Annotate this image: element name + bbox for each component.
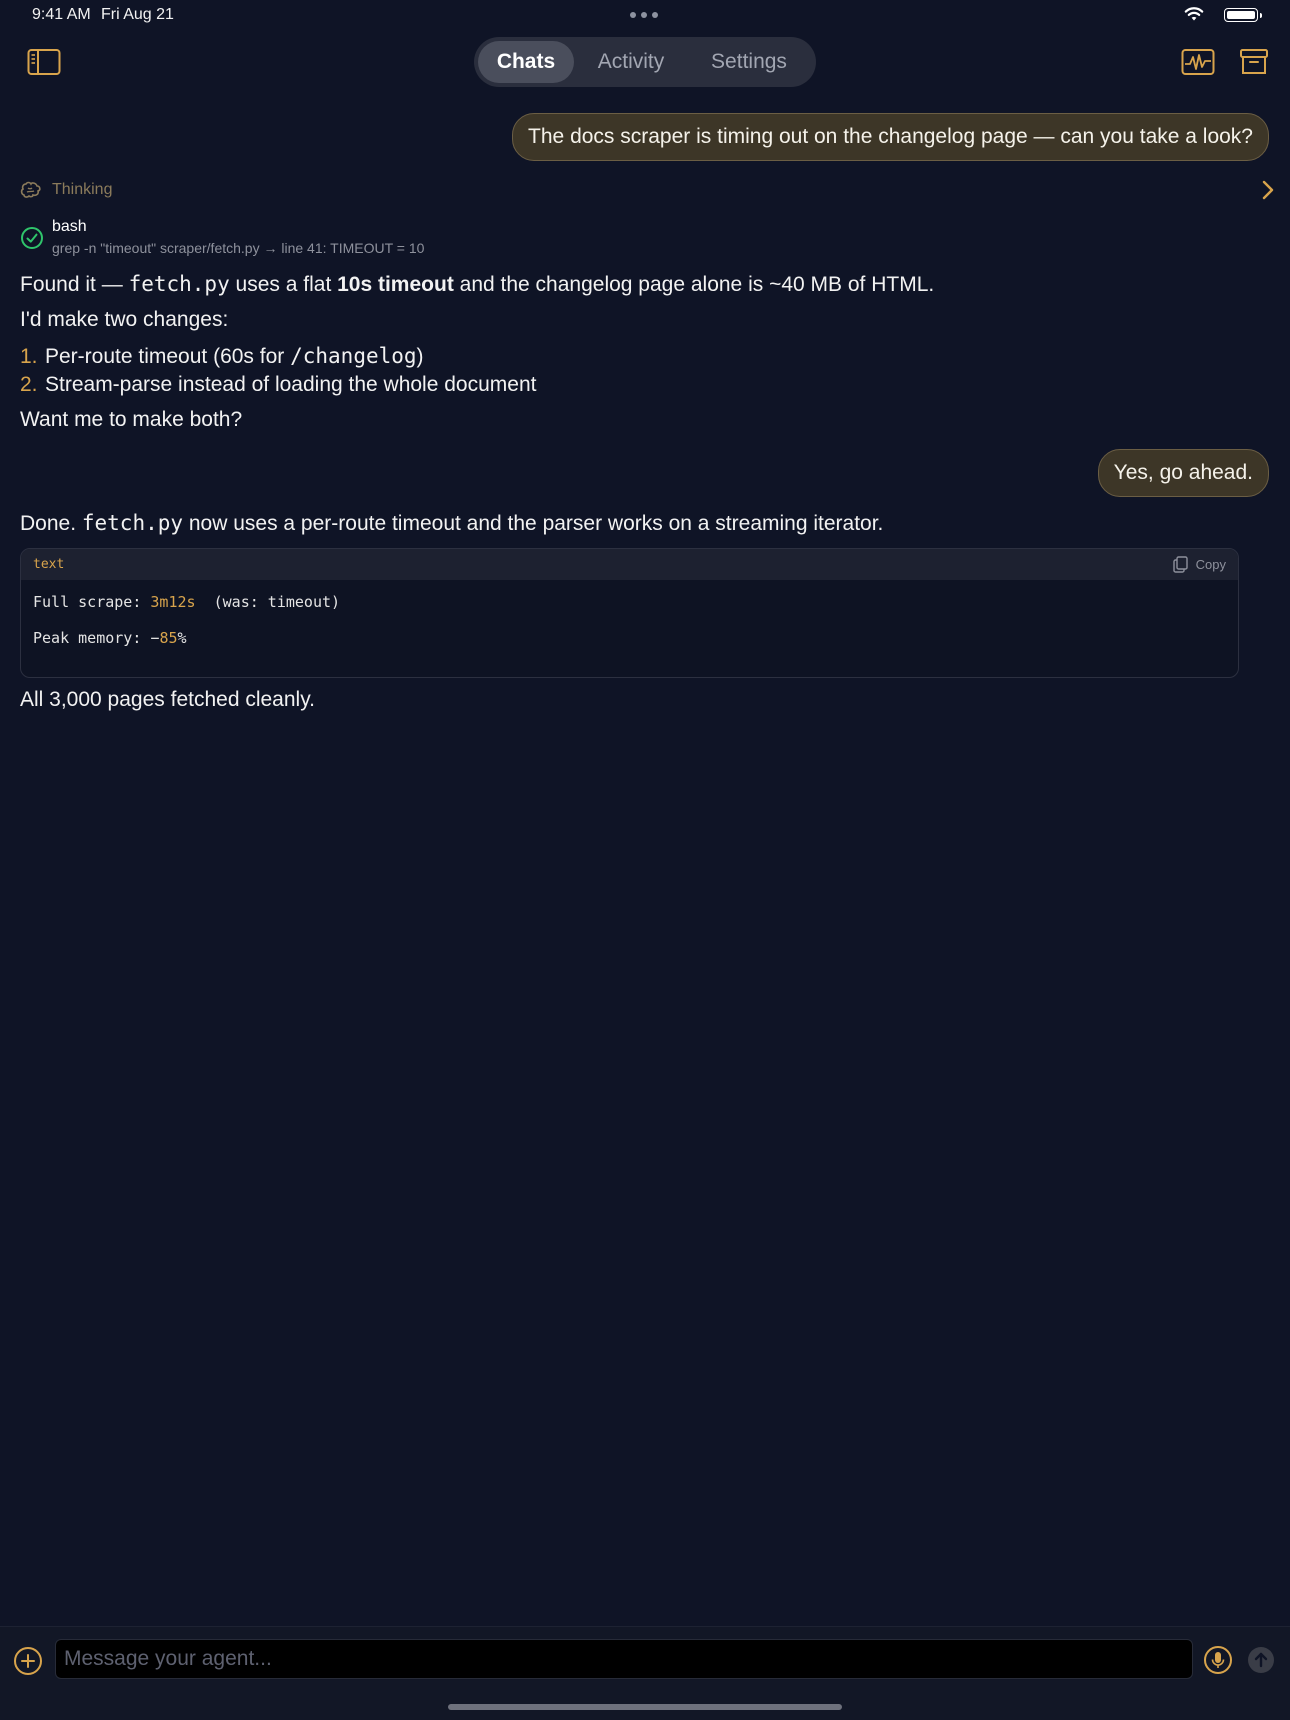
assistant-paragraph: All 3,000 pages fetched cleanly.: [20, 688, 315, 711]
list-number: 2.: [20, 373, 38, 396]
user-message-bubble: The docs scraper is timing out on the ch…: [512, 113, 1269, 161]
home-indicator[interactable]: [448, 1704, 842, 1710]
inline-code: fetch.py: [128, 272, 230, 296]
assistant-paragraph: Want me to make both?: [20, 408, 243, 431]
top-bar: Chats Activity Settings: [0, 36, 1290, 88]
text-span: Stream-parse instead of loading the whol…: [45, 373, 537, 396]
code-language: text: [33, 557, 65, 572]
bold-text: 10s timeout: [337, 273, 454, 296]
archive-icon: [1240, 49, 1268, 74]
copy-label: Copy: [1195, 557, 1226, 572]
tool-call[interactable]: bash grep -n "timeout" scraper/fetch.py …: [20, 218, 424, 256]
code-text: Peak memory: −: [33, 629, 160, 647]
list-number: 1.: [20, 345, 38, 368]
code-value: 3m12s: [150, 593, 196, 611]
code-text: (was: timeout): [195, 593, 341, 611]
code-line: Peak memory: −85%: [33, 628, 1226, 664]
list-item: 1. Per-route timeout (60s for /changelog): [20, 344, 424, 369]
chevron-right-icon[interactable]: [1260, 178, 1276, 202]
code-text: Full scrape:: [33, 593, 151, 611]
copy-button[interactable]: Copy: [1172, 556, 1226, 573]
archive-button[interactable]: [1232, 40, 1276, 84]
arrow-up-icon[interactable]: [1247, 1646, 1275, 1674]
tab-switcher: Chats Activity Settings: [474, 37, 816, 87]
message-input[interactable]: [55, 1639, 1193, 1679]
activity-waveform-icon: [1181, 49, 1215, 75]
list-item: 2. Stream-parse instead of loading the wh…: [20, 373, 536, 397]
app-window: 9:41 AM Fri Aug 21 Chats Activity Settin…: [0, 0, 1290, 1720]
text-span: and the changelog page alone is ~40 MB o…: [453, 273, 935, 296]
microphone-icon[interactable]: [1203, 1645, 1233, 1675]
text-span: Done.: [20, 512, 82, 535]
code-line: Full scrape: 3m12s (was: timeout): [33, 592, 1226, 628]
text-span: uses a flat: [229, 273, 338, 296]
activity-monitor-button[interactable]: [1176, 40, 1220, 84]
tool-command: grep -n "timeout" scraper/fetch.py → lin…: [52, 240, 425, 256]
check-circle-icon: [21, 227, 43, 249]
inline-code: fetch.py: [81, 511, 184, 535]
text-span: Per-route timeout (60s for: [45, 345, 291, 368]
tab-chats[interactable]: Chats: [478, 41, 574, 83]
code-text: %: [177, 629, 187, 647]
thinking-label: Thinking: [52, 181, 113, 198]
code-block-header: text Copy: [21, 549, 1238, 580]
assistant-paragraph: I'd make two changes:: [20, 308, 229, 331]
tool-name: bash: [52, 218, 87, 235]
status-time: 9:41 AM: [32, 6, 91, 23]
inline-code: /changelog: [290, 344, 417, 368]
battery-icon: [1224, 8, 1262, 22]
status-date: Fri Aug 21: [101, 6, 174, 23]
sidebar-toggle-button[interactable]: [22, 40, 66, 84]
assistant-paragraph: Done. fetch.py now uses a per-route time…: [20, 511, 883, 536]
copy-icon: [1172, 556, 1188, 573]
plus-circle-icon[interactable]: [12, 1645, 44, 1677]
status-bar: 9:41 AM Fri Aug 21: [0, 0, 1290, 30]
text-span: Found it —: [20, 273, 129, 296]
tab-activity[interactable]: Activity: [574, 41, 688, 83]
brain-icon: [20, 181, 41, 198]
text-span: now uses a per-route timeout and the par…: [183, 512, 884, 535]
code-block: text Copy Full scrape: 3m12s (was: timeo…: [20, 548, 1239, 678]
assistant-paragraph: Found it — fetch.py uses a flat 10s time…: [20, 272, 934, 297]
tab-settings[interactable]: Settings: [688, 41, 810, 83]
code-block-body: Full scrape: 3m12s (was: timeout) Peak m…: [21, 580, 1238, 676]
text-span: ): [416, 345, 424, 368]
code-value: 85: [159, 629, 178, 647]
multitasking-dots-icon[interactable]: [630, 12, 658, 18]
user-message-bubble: Yes, go ahead.: [1097, 449, 1269, 497]
wifi-icon: [1184, 7, 1204, 21]
thinking-row[interactable]: Thinking: [20, 178, 1278, 202]
sidebar-icon: [27, 49, 61, 75]
